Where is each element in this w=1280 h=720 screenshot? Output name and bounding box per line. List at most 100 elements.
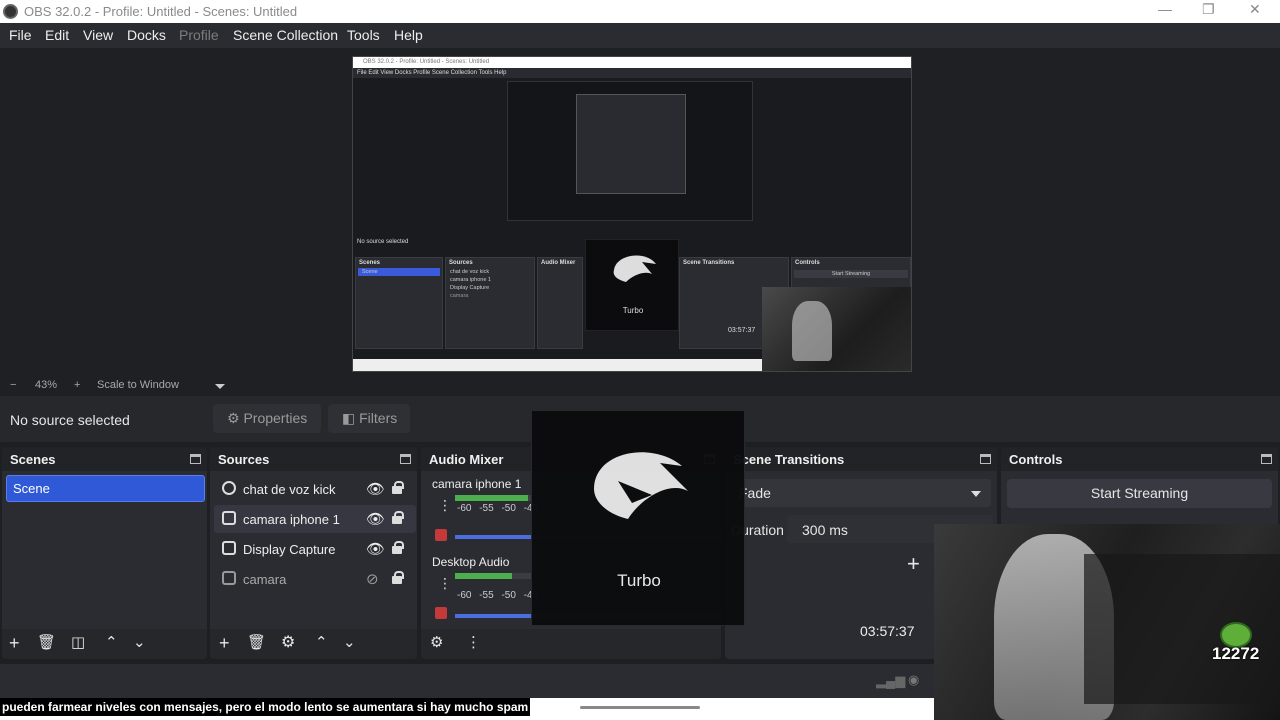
maximize-icon[interactable]: ❐ [1202,1,1215,18]
transitions-title: Scene Transitions [733,452,845,467]
scenes-toolbar: + 🗑 ◫ ⌃ ⌄ [2,629,207,659]
channel-name: camara iphone 1 [432,477,522,491]
source-label: chat de voz kick [243,482,336,497]
menu-docks[interactable]: Docks [127,27,166,43]
close-icon[interactable]: ✕ [1249,1,1261,18]
nested-no-source: No source selected [357,239,409,245]
browser-source-icon [222,481,236,495]
move-up-icon[interactable]: ⌃ [105,634,118,652]
nested-camera-feed [762,287,911,371]
remove-source-icon[interactable]: 🗑 [247,634,266,652]
dock-undock-icon[interactable] [1261,454,1272,464]
menu-view[interactable]: View [83,27,113,43]
source-properties-gear-icon[interactable]: ⚙ [281,634,295,652]
mute-icon[interactable] [435,529,447,541]
dock-undock-icon[interactable] [190,454,201,464]
source-label: Display Capture [243,542,336,557]
turbo-label: Turbo [617,571,661,590]
menu-tools[interactable]: Tools [347,27,380,43]
overlay-clock: 03:57:37 [860,623,915,639]
controls-title: Controls [1009,452,1063,467]
eye-icon[interactable]: 👁 [366,540,385,558]
start-streaming-button[interactable]: Start Streaming [1007,479,1272,508]
controls-header: Controls [1001,447,1278,471]
scene-item[interactable]: Scene [6,475,205,502]
add-transition-icon[interactable]: + [907,551,920,577]
scenes-dock: Scenes Scene + 🗑 ◫ ⌃ ⌄ [2,447,207,659]
move-up-icon[interactable]: ⌃ [315,634,328,652]
nested-start-streaming: Start Streaming [794,270,908,278]
turbo-logo-icon [594,452,688,519]
nested-camera-person [792,301,832,361]
zoom-out-button[interactable]: − [10,379,16,391]
mute-icon[interactable] [435,607,447,619]
slider-value [455,535,536,539]
source-item-chat[interactable]: chat de voz kick 👁 [214,475,416,503]
nested-source-4: camara [450,293,469,299]
channel-menu-icon[interactable]: ⋮ [438,576,452,590]
nested-source-1: chat de voz kick [450,269,490,275]
source-item-camara-iphone[interactable]: camara iphone 1 👁 [214,505,416,533]
remove-scene-icon[interactable]: 🗑 [37,634,56,652]
menu-profile[interactable]: Profile [179,27,219,43]
duration-value: 300 ms [802,522,848,538]
add-source-icon[interactable]: + [219,634,230,652]
lock-icon[interactable] [392,481,404,494]
nested-source-2: camara iphone 1 [450,277,491,283]
advanced-audio-gear-icon[interactable]: ⚙ [430,634,443,652]
properties-button[interactable]: ⚙ Properties [213,404,321,433]
filters-button[interactable]: ◧ Filters [328,404,410,433]
preview-canvas[interactable]: OBS 32.0.2 - Profile: Untitled - Scenes:… [352,56,912,372]
zoom-bar: − 43% + Scale to Window [0,378,1280,395]
obs-logo-icon [3,4,18,19]
move-down-icon[interactable]: ⌄ [133,634,146,652]
nested-source-3: Display Capture [450,285,490,291]
meter-level [455,495,528,501]
source-item-display-capture[interactable]: Display Capture 👁 [214,535,416,563]
record-status-icon: ◉ [908,672,920,687]
nested-caption-bar [353,359,762,371]
lock-icon[interactable] [392,541,404,554]
audio-menu-icon[interactable]: ⋮ [466,634,481,652]
nested-window-title: OBS 32.0.2 - Profile: Untitled - Scenes:… [353,57,911,68]
nested-turbo-label: Turbo [622,306,644,315]
eye-hidden-icon[interactable]: ⊘ [366,570,379,588]
channel-menu-icon[interactable]: ⋮ [438,498,452,512]
menu-edit[interactable]: Edit [45,27,69,43]
scale-mode-select[interactable]: Scale to Window [97,379,179,391]
source-label: camara [243,572,287,587]
chevron-down-icon[interactable] [215,384,225,389]
nested-sources-dock: Sources chat de voz kick camara iphone 1… [445,257,535,349]
status-bar: ▂▄▆ ◉ [0,664,934,698]
menu-file[interactable]: File [9,27,32,43]
filter-icon: ◧ [342,410,360,426]
transition-select[interactable]: Fade [731,479,991,507]
source-item-camara[interactable]: camara ⊘ [214,565,416,593]
zoom-in-button[interactable]: + [74,379,80,391]
eye-icon[interactable]: 👁 [366,480,385,498]
scroll-handle[interactable] [580,706,700,709]
audio-mixer-title: Audio Mixer [429,452,504,467]
dock-undock-icon[interactable] [980,454,991,464]
nested-transitions-title: Scene Transitions [683,260,735,266]
sources-toolbar: + 🗑 ⚙ ⌃ ⌄ [210,629,417,659]
minimize-icon[interactable]: — [1158,1,1172,17]
lock-icon[interactable] [392,511,404,524]
menu-help[interactable]: Help [394,27,423,43]
signal-icon: ▂▄▆ [876,673,906,688]
meter-ticks: -60 -55 -50 -45 [457,590,539,601]
add-scene-icon[interactable]: + [9,634,20,652]
nested-audio-dock: Audio Mixer [537,257,583,349]
monitor-icon [222,541,236,555]
filters-label: Filters [359,410,398,426]
eye-icon[interactable]: 👁 [366,510,385,528]
move-down-icon[interactable]: ⌄ [343,634,356,652]
lock-icon[interactable] [392,571,404,584]
menu-scene-collection[interactable]: Scene Collection [233,27,338,43]
slider-value [455,614,536,618]
scene-filters-icon[interactable]: ◫ [71,634,85,652]
dock-undock-icon[interactable] [400,454,411,464]
sources-dock: Sources chat de voz kick 👁 camara iphone… [210,447,417,659]
preview-area[interactable]: OBS 32.0.2 - Profile: Untitled - Scenes:… [0,48,1280,378]
audio-toolbar: ⚙ ⋮ [421,629,721,659]
